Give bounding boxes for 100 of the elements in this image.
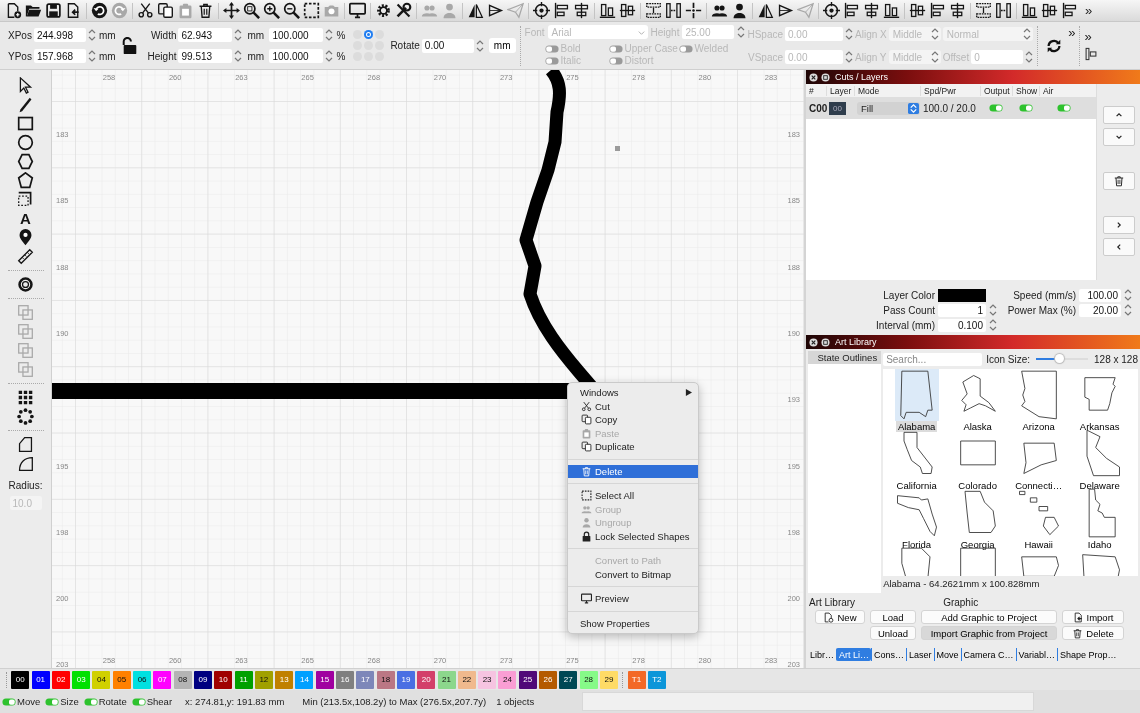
color-swatch[interactable]: 02 bbox=[51, 670, 70, 689]
pointer-icon[interactable] bbox=[17, 77, 34, 94]
align-icon[interactable] bbox=[928, 2, 946, 19]
layer-row[interactable]: C00 00 Fill 100.0 / 20.0 bbox=[806, 97, 1096, 119]
toggle-switch[interactable] bbox=[83, 697, 98, 706]
color-swatch[interactable]: 22 bbox=[457, 670, 476, 689]
library-button[interactable]: Add Graphic to Project bbox=[921, 610, 1057, 624]
dock-icon[interactable] bbox=[1084, 47, 1099, 61]
menu-item[interactable]: Select All bbox=[568, 489, 698, 503]
align-icon[interactable] bbox=[618, 2, 636, 19]
toggle-switch[interactable] bbox=[989, 104, 1003, 112]
art-item[interactable]: Arizona bbox=[1008, 369, 1070, 428]
menu-item[interactable]: Convert to Bitmap bbox=[568, 567, 698, 581]
art-item[interactable]: Alaska bbox=[947, 369, 1009, 428]
spin-button[interactable] bbox=[1124, 303, 1132, 317]
mirror-icon[interactable] bbox=[486, 2, 504, 19]
spin-button[interactable] bbox=[325, 49, 334, 63]
library-button[interactable]: Import Graphic from Project bbox=[921, 626, 1057, 640]
align-icon[interactable] bbox=[598, 2, 616, 19]
dashed-square-icon[interactable] bbox=[17, 191, 34, 208]
close-icon[interactable] bbox=[809, 72, 818, 82]
hexagon-icon[interactable] bbox=[17, 153, 34, 170]
dashed-square-icon[interactable] bbox=[302, 2, 320, 19]
input-field[interactable]: 1 bbox=[938, 303, 986, 317]
toggle-switch[interactable] bbox=[2, 697, 16, 706]
input-field[interactable]: 0.00 bbox=[421, 38, 474, 53]
origin-point[interactable] bbox=[364, 30, 374, 39]
crosshair-icon[interactable] bbox=[532, 2, 550, 19]
library-button[interactable]: Load bbox=[870, 610, 916, 624]
undo-icon[interactable] bbox=[90, 2, 108, 19]
node-marker[interactable] bbox=[615, 146, 620, 151]
align-icon[interactable] bbox=[572, 2, 590, 19]
color-swatch[interactable]: 29 bbox=[599, 670, 618, 689]
toggle-switch[interactable] bbox=[1057, 104, 1071, 112]
mode-dropdown[interactable]: Fill bbox=[857, 101, 920, 115]
spin-button[interactable] bbox=[234, 49, 243, 63]
zoom-frame-icon[interactable] bbox=[242, 2, 260, 19]
library-button[interactable]: Import bbox=[1062, 610, 1124, 624]
flip-icon[interactable] bbox=[466, 2, 484, 19]
overflow-button[interactable]: » bbox=[1068, 26, 1076, 39]
layer-chip[interactable]: 00 bbox=[829, 101, 846, 115]
menu-item[interactable]: Show Properties bbox=[568, 616, 698, 630]
overflow-button[interactable]: » bbox=[1085, 4, 1093, 17]
color-swatch[interactable]: 28 bbox=[579, 670, 598, 689]
color-swatch[interactable]: 21 bbox=[437, 670, 456, 689]
color-swatch[interactable]: 15 bbox=[315, 670, 334, 689]
close-icon[interactable] bbox=[809, 337, 818, 347]
align-icon[interactable] bbox=[552, 2, 570, 19]
spin-button[interactable] bbox=[1124, 288, 1132, 302]
dock-tab[interactable]: Libr… bbox=[808, 648, 836, 661]
pentagon-icon[interactable] bbox=[17, 172, 34, 189]
spin-icon[interactable] bbox=[908, 102, 919, 114]
group-icon[interactable] bbox=[710, 2, 728, 19]
spin-button[interactable] bbox=[989, 303, 997, 317]
spin-button[interactable] bbox=[845, 27, 854, 41]
dock-tab[interactable]: Laser bbox=[906, 648, 934, 661]
spin-button[interactable] bbox=[234, 28, 243, 42]
spin-button[interactable] bbox=[930, 50, 939, 64]
align-icon[interactable] bbox=[908, 2, 926, 19]
color-swatch[interactable]: 08 bbox=[173, 670, 192, 689]
color-swatch[interactable]: 19 bbox=[396, 670, 415, 689]
float-icon[interactable] bbox=[821, 337, 830, 347]
align-icon[interactable] bbox=[882, 2, 900, 19]
spin-button[interactable] bbox=[1025, 50, 1034, 64]
dock-tab[interactable]: Art Li… bbox=[836, 648, 872, 661]
unlock-icon[interactable] bbox=[120, 36, 139, 55]
toggle-switch[interactable] bbox=[1018, 104, 1033, 112]
input-field[interactable]: 99.513 bbox=[178, 49, 233, 63]
rectangle-icon[interactable] bbox=[17, 115, 34, 132]
library-item[interactable]: State Outlines bbox=[808, 351, 882, 364]
distribute-icon[interactable] bbox=[994, 2, 1012, 19]
color-swatch[interactable]: 25 bbox=[518, 670, 537, 689]
color-swatch[interactable]: 01 bbox=[31, 670, 50, 689]
input-field[interactable]: 0.100 bbox=[938, 318, 986, 332]
color-swatch[interactable]: 09 bbox=[193, 670, 212, 689]
toggle-switch[interactable] bbox=[45, 697, 60, 706]
spin-button[interactable] bbox=[87, 28, 96, 42]
input-field[interactable]: 100.00 bbox=[1079, 288, 1121, 302]
spin-button[interactable] bbox=[1023, 27, 1032, 41]
input-field[interactable]: 244.998 bbox=[33, 28, 86, 42]
art-item[interactable]: Arkansas bbox=[1069, 369, 1131, 428]
color-swatch[interactable]: 16 bbox=[336, 670, 355, 689]
settings-icon[interactable] bbox=[374, 2, 392, 19]
dock-tab[interactable]: Variabl… bbox=[1015, 648, 1057, 661]
move-arrows-icon[interactable] bbox=[222, 2, 240, 19]
spin-button[interactable] bbox=[475, 38, 484, 53]
overflow-button[interactable]: » bbox=[1084, 30, 1092, 43]
dock-tab[interactable]: Shape Prop… bbox=[1056, 648, 1119, 661]
spin-button[interactable] bbox=[325, 28, 334, 42]
text-tool-button[interactable]: A bbox=[17, 210, 34, 227]
input-field[interactable]: 20.00 bbox=[1079, 303, 1121, 317]
curve-icon[interactable] bbox=[17, 455, 34, 472]
align-icon[interactable] bbox=[948, 2, 966, 19]
map-pin-icon[interactable] bbox=[17, 229, 34, 246]
dock-tab[interactable]: Cons… bbox=[871, 648, 907, 661]
color-swatch[interactable]: 20 bbox=[417, 670, 436, 689]
distribute-icon[interactable] bbox=[644, 2, 662, 19]
folder-icon[interactable] bbox=[24, 2, 42, 19]
mirror-icon[interactable] bbox=[776, 2, 794, 19]
input-field[interactable]: 100.000 bbox=[269, 28, 324, 42]
